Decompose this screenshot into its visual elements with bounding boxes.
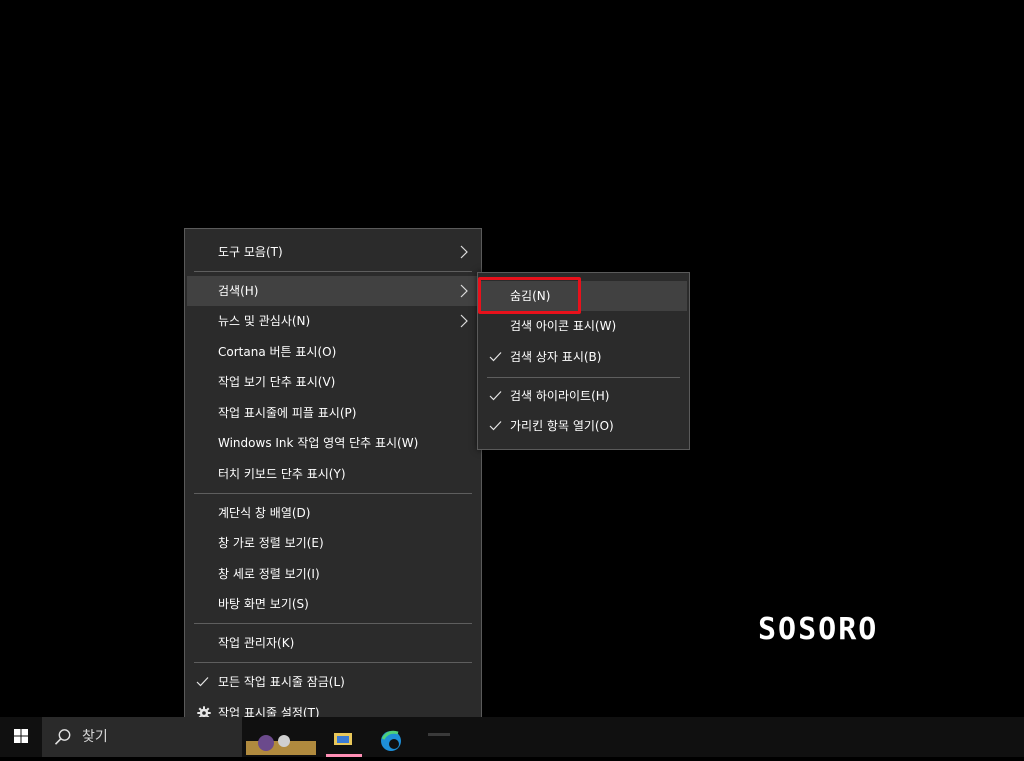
menu-item-cascade-windows[interactable]: 계단식 창 배열(D) — [187, 498, 479, 528]
menu-item-show-desktop[interactable]: 바탕 화면 보기(S) — [187, 589, 479, 619]
chevron-right-icon — [460, 314, 468, 328]
menu-item-label: 뉴스 및 관심사(N) — [218, 314, 311, 328]
menu-separator — [194, 623, 472, 624]
submenu-item-show-search-icon[interactable]: 검색 아이콘 표시(W) — [480, 311, 687, 341]
taskbar-edge-app[interactable] — [368, 717, 416, 757]
menu-item-label: 작업 보기 단추 표시(V) — [218, 375, 336, 389]
taskbar-search-box[interactable]: 찾기 — [42, 717, 242, 757]
submenu-item-search-highlights[interactable]: 검색 하이라이트(H) — [480, 381, 687, 411]
menu-item-label: 작업 관리자(K) — [218, 636, 295, 650]
menu-item-toolbars[interactable]: 도구 모음(T) — [187, 237, 479, 267]
app-icon — [246, 735, 316, 755]
menu-item-show-windows-ink[interactable]: Windows Ink 작업 영역 단추 표시(W) — [187, 428, 479, 458]
highlight-annotation-box — [478, 277, 581, 314]
menu-item-show-people[interactable]: 작업 표시줄에 피플 표시(P) — [187, 398, 479, 428]
app-icon — [326, 733, 362, 757]
chevron-right-icon — [460, 284, 468, 298]
watermark-logo: SOSORO — [758, 612, 879, 647]
check-icon — [489, 352, 502, 362]
menu-item-label: 모든 작업 표시줄 잠금(L) — [218, 675, 345, 689]
menu-item-show-touch-keyboard[interactable]: 터치 키보드 단추 표시(Y) — [187, 459, 479, 489]
search-box-text: 찾기 — [82, 729, 108, 745]
menu-item-show-cortana[interactable]: Cortana 버튼 표시(O) — [187, 337, 479, 367]
menu-item-label: 창 가로 정렬 보기(E) — [218, 536, 324, 550]
taskbar-app-2[interactable] — [320, 717, 368, 757]
menu-separator — [487, 377, 680, 378]
menu-item-label: 바탕 화면 보기(S) — [218, 597, 309, 611]
menu-item-label: Windows Ink 작업 영역 단추 표시(W) — [218, 436, 419, 450]
menu-item-task-manager[interactable]: 작업 관리자(K) — [187, 628, 479, 658]
windows-logo-icon — [14, 729, 28, 743]
menu-item-label: 검색 아이콘 표시(W) — [510, 319, 617, 333]
menu-item-search[interactable]: 검색(H) — [187, 276, 479, 306]
menu-separator — [194, 271, 472, 272]
menu-item-stack-windows[interactable]: 창 가로 정렬 보기(E) — [187, 528, 479, 558]
menu-separator — [194, 662, 472, 663]
menu-item-label: 검색(H) — [218, 284, 259, 298]
taskbar: 찾기 — [0, 717, 1024, 757]
check-icon — [489, 391, 502, 401]
menu-item-label: 창 세로 정렬 보기(I) — [218, 567, 320, 581]
taskbar-app-1[interactable] — [244, 717, 316, 757]
submenu-item-show-search-box[interactable]: 검색 상자 표시(B) — [480, 342, 687, 372]
menu-item-label: 가리킨 항목 열기(O) — [510, 419, 614, 433]
submenu-item-open-on-hover[interactable]: 가리킨 항목 열기(O) — [480, 411, 687, 441]
search-icon — [54, 729, 71, 745]
edge-icon — [381, 730, 401, 751]
taskbar-app-4[interactable] — [420, 717, 468, 757]
menu-item-label: 작업 표시줄에 피플 표시(P) — [218, 406, 357, 420]
chevron-right-icon — [460, 245, 468, 259]
menu-item-side-by-side-windows[interactable]: 창 세로 정렬 보기(I) — [187, 559, 479, 589]
menu-item-label: 도구 모음(T) — [218, 245, 283, 259]
check-icon — [196, 677, 209, 687]
menu-item-label: 터치 키보드 단추 표시(Y) — [218, 467, 346, 481]
menu-separator — [194, 493, 472, 494]
menu-item-label: 검색 하이라이트(H) — [510, 389, 610, 403]
menu-item-label: 계단식 창 배열(D) — [218, 506, 311, 520]
check-icon — [489, 421, 502, 431]
menu-item-news-and-interests[interactable]: 뉴스 및 관심사(N) — [187, 306, 479, 336]
start-button[interactable] — [0, 717, 42, 757]
menu-item-show-task-view[interactable]: 작업 보기 단추 표시(V) — [187, 367, 479, 397]
menu-item-lock-taskbar[interactable]: 모든 작업 표시줄 잠금(L) — [187, 667, 479, 697]
menu-item-label: 검색 상자 표시(B) — [510, 350, 602, 364]
menu-item-label: Cortana 버튼 표시(O) — [218, 345, 337, 359]
taskbar-context-menu: 도구 모음(T) 검색(H) 뉴스 및 관심사(N) Cortana 버튼 표시… — [184, 228, 482, 737]
app-icon — [428, 733, 450, 736]
